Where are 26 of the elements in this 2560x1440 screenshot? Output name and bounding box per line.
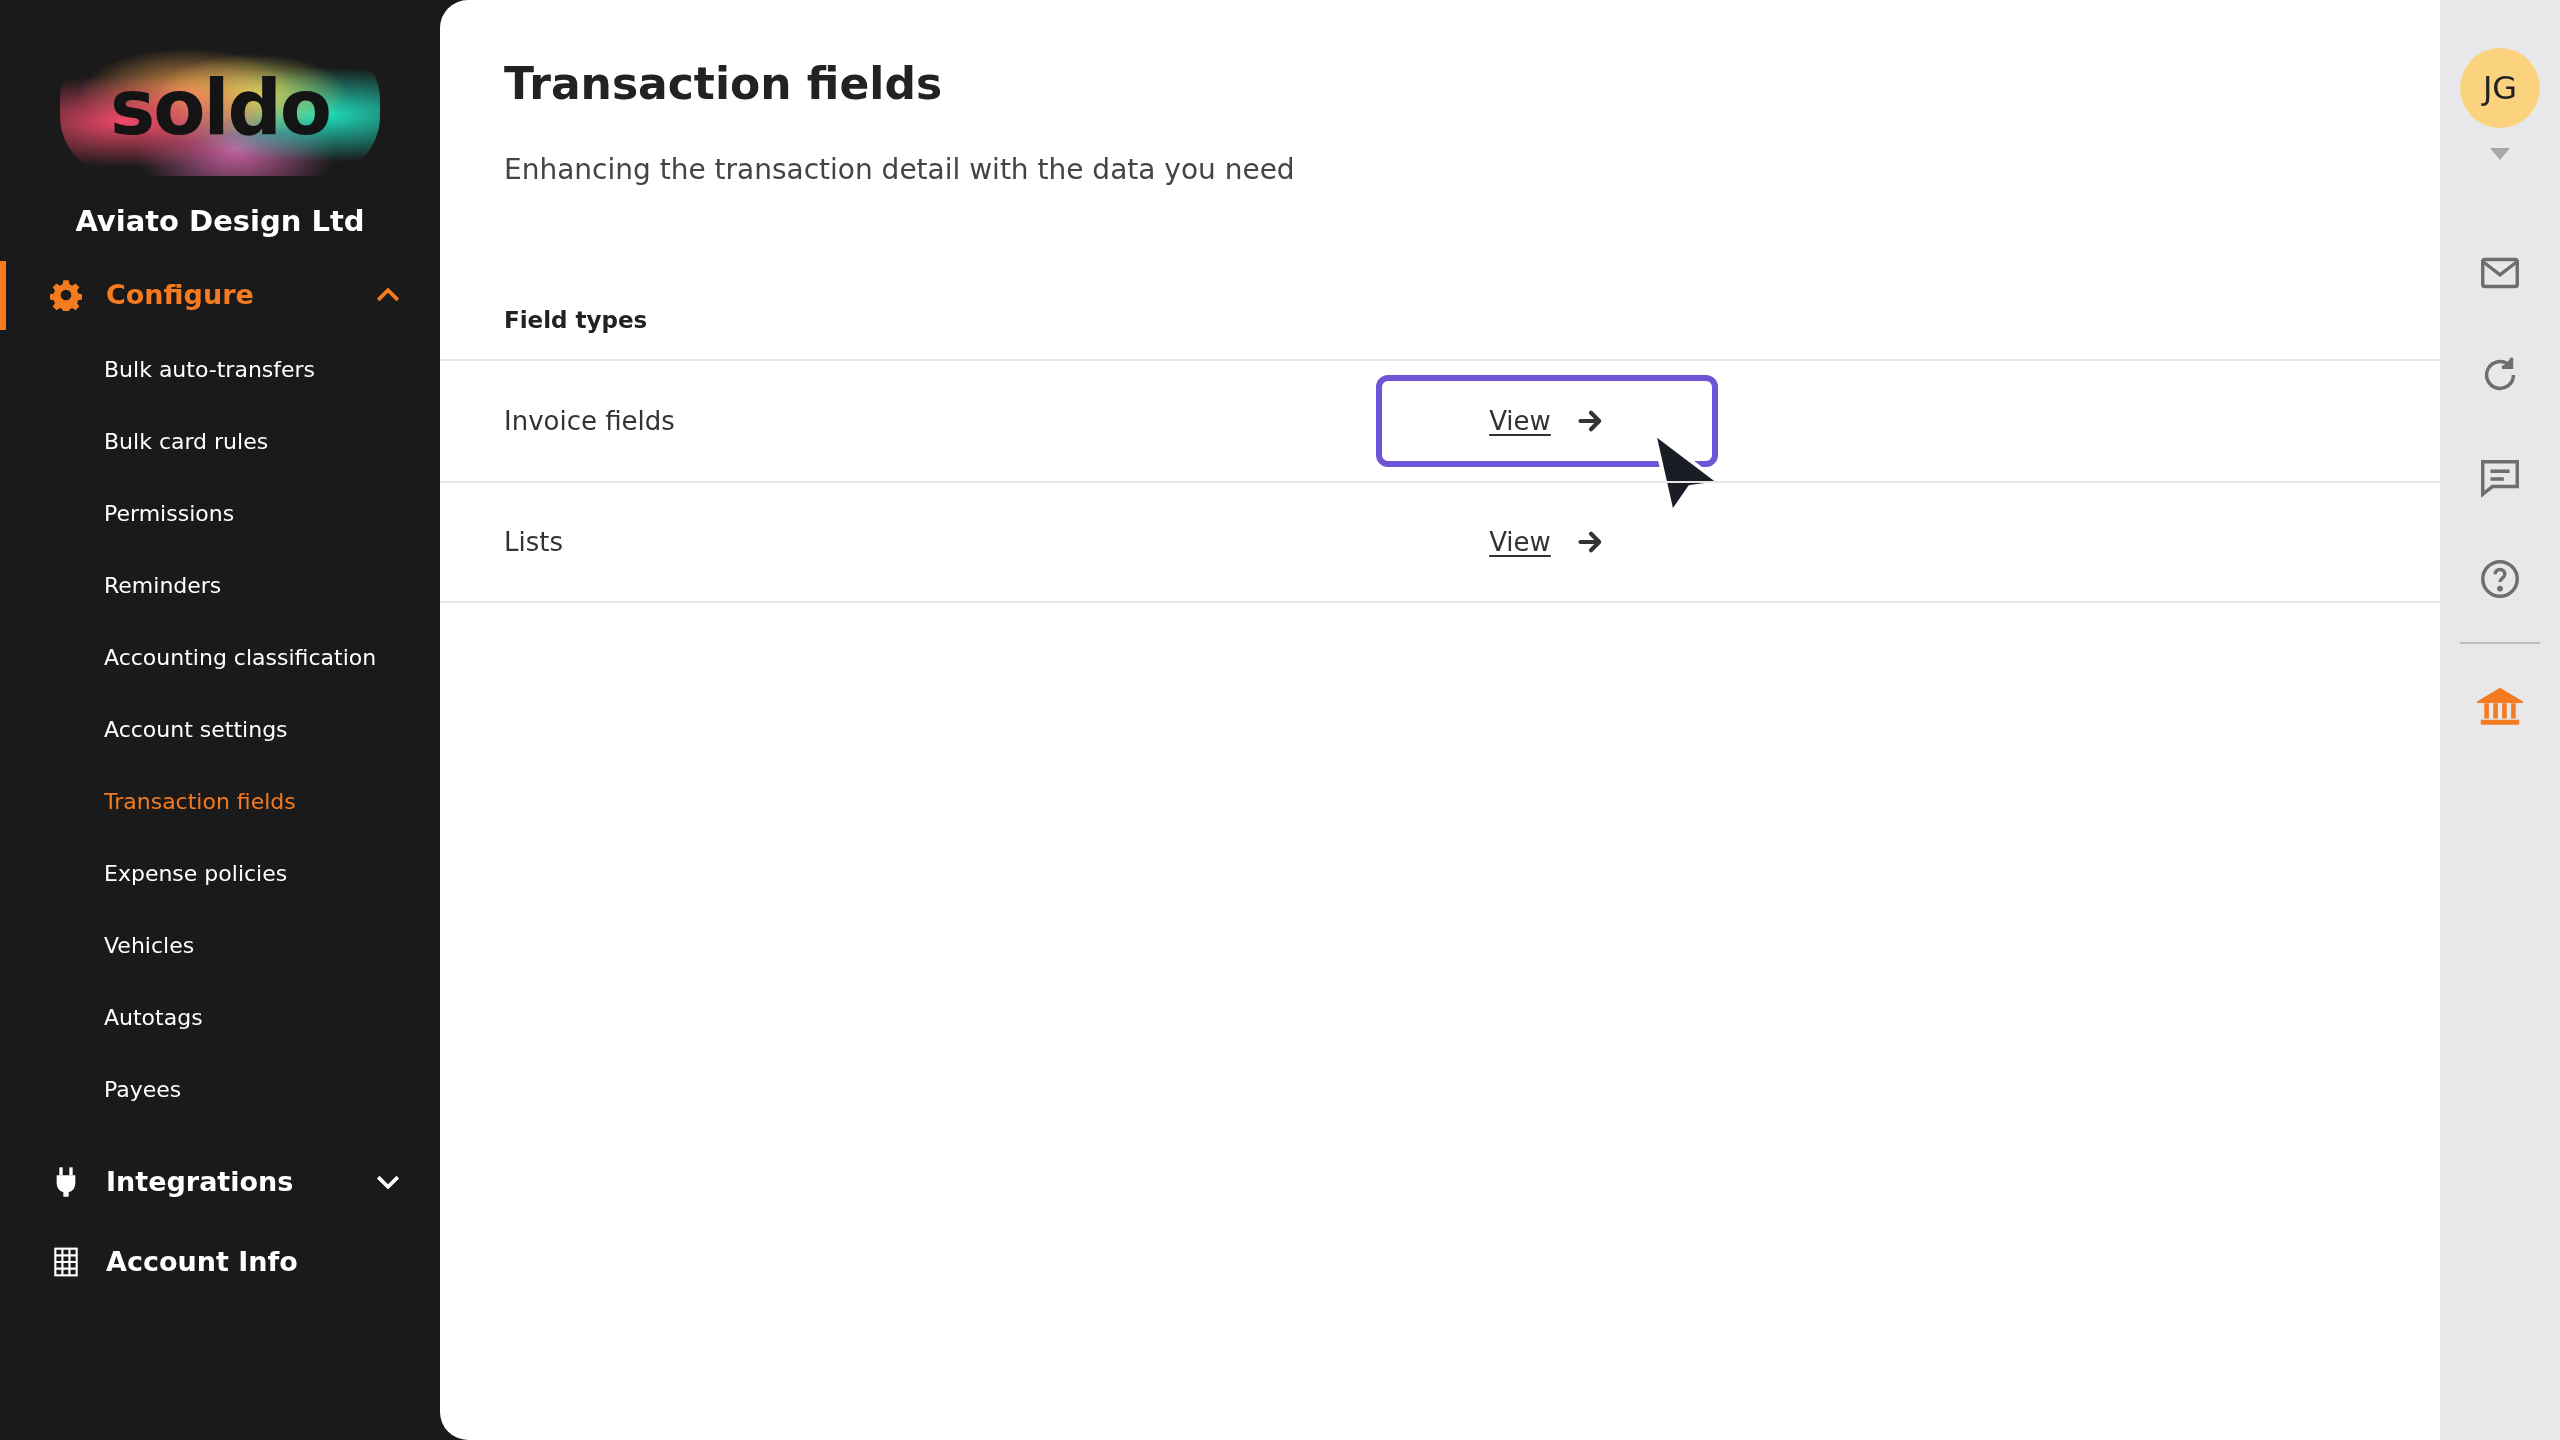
nav-link[interactable]: Permissions	[104, 477, 440, 550]
gear-icon	[50, 279, 82, 312]
nav-link[interactable]: Accounting classification	[104, 621, 440, 694]
nav-section[interactable]: Integrations	[0, 1147, 440, 1217]
field-type-label: Lists	[504, 525, 564, 559]
company-name: Aviato Design Ltd	[74, 202, 366, 240]
nav-link[interactable]: Vehicles	[104, 909, 440, 982]
user-avatar[interactable]: JG	[2460, 48, 2540, 128]
nav-section[interactable]: Account Info	[0, 1228, 440, 1297]
nav-link[interactable]: Account settings	[104, 693, 440, 766]
chevron-icon	[376, 1174, 400, 1189]
nav-link[interactable]: Transaction fields	[104, 765, 440, 838]
nav-link[interactable]: Autotags	[104, 981, 440, 1054]
page-subtitle: Enhancing the transaction detail with the data you need	[504, 151, 1296, 188]
chevron-icon	[376, 288, 400, 303]
view-button[interactable]: View	[1376, 375, 1718, 468]
column-header: Field types	[504, 305, 649, 335]
page-title: Transaction fields	[504, 58, 944, 111]
nav-section[interactable]: Configure	[0, 261, 440, 330]
nav-link[interactable]: Payees	[104, 1053, 440, 1126]
field-type-label: Invoice fields	[504, 404, 676, 438]
nav-link[interactable]: Bulk card rules	[104, 405, 440, 478]
view-button[interactable]: View	[1376, 496, 1718, 589]
nav-link[interactable]: Expense policies	[104, 837, 440, 910]
nav-link[interactable]: Reminders	[104, 549, 440, 622]
nav-link[interactable]: Bulk auto-transfers	[104, 333, 440, 406]
